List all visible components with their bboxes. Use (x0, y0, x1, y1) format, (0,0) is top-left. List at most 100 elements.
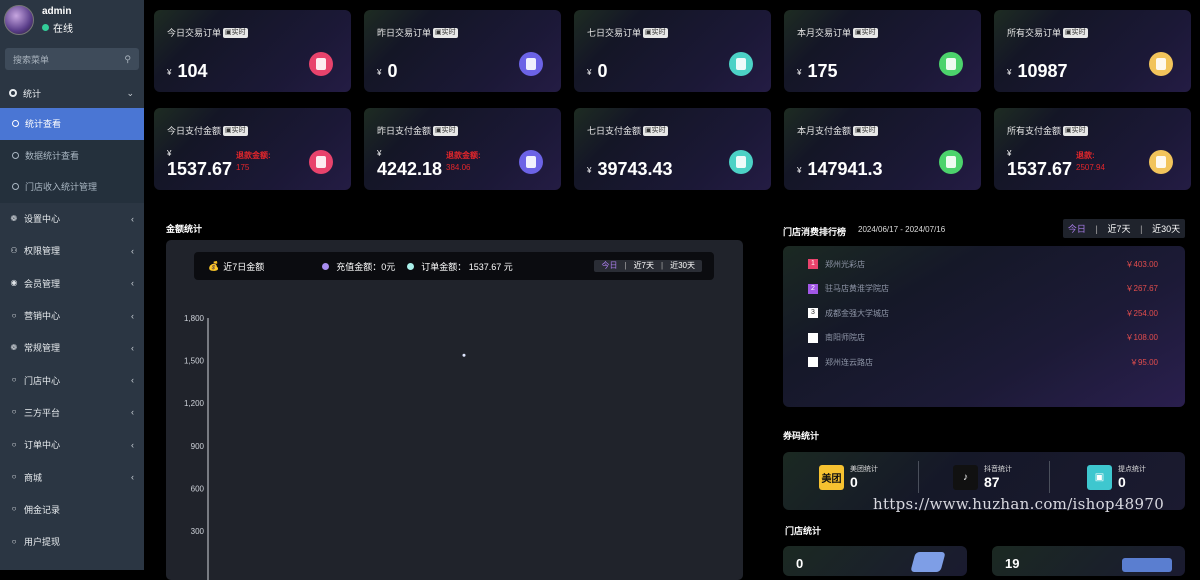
search-icon[interactable]: ⚲ (124, 54, 131, 65)
rank-badge (808, 332, 818, 343)
realtime-tag: ▣实时 (853, 125, 878, 136)
ranking-range-tabs: 今日 | 近7天 | 近30天 (1063, 219, 1185, 238)
card-value: ¥104 (167, 61, 208, 81)
payment-stat-card: 本月支付金额 ▣实时 ¥147941.3 (784, 108, 981, 190)
tidian-label: 提点统计 (1118, 466, 1146, 473)
chevron-down-icon: ⌄ (126, 87, 134, 98)
search-placeholder: 搜索菜单 (13, 54, 50, 65)
tidian-value: 0 (1118, 474, 1126, 490)
circle-icon: ○ (11, 439, 17, 449)
meituan-logo-icon: 美团 (819, 464, 844, 490)
y-tick-label: 1,800 (184, 314, 205, 323)
circle-icon (12, 120, 19, 128)
circle-icon (12, 183, 19, 191)
circle-icon (9, 89, 17, 97)
order-stat-card: 今日交易订单 ▣实时 ¥104 (154, 10, 351, 92)
chevron-left-icon: ‹ (131, 278, 134, 289)
payment-stat-card: 七日支付金额 ▣实时 ¥39743.43 (574, 108, 771, 190)
store-amount: ￥108.00 (1125, 333, 1158, 342)
store-amount: ￥254.00 (1125, 308, 1158, 318)
sidebar-item[interactable]: ○ 佣金记录 (0, 493, 144, 525)
store-name: 成都金强大学城店 (825, 308, 889, 318)
store-stat-value: 19 (1005, 556, 1020, 571)
card-value: ¥175 (797, 61, 838, 81)
realtime-tag: ▣实时 (433, 27, 458, 38)
card-value: ¥1537.67 (167, 149, 233, 179)
menu-search-input[interactable]: 搜索菜单 ⚲ (5, 48, 139, 70)
ranking-row: 郑州连云路店 ￥95.00 (808, 356, 1158, 368)
sidebar-item[interactable]: ○ 营销中心 ‹ (0, 299, 144, 331)
chevron-left-icon: ‹ (131, 310, 134, 321)
avatar[interactable] (4, 5, 34, 35)
chevron-left-icon: ‹ (131, 439, 134, 450)
y-tick-label: 600 (191, 484, 205, 493)
submenu-stats-view[interactable]: 统计查看 (0, 108, 144, 140)
submenu-store-income[interactable]: 门店收入统计管理 (0, 171, 144, 203)
sidebar-item[interactable]: ○ 门店中心 ‹ (0, 364, 144, 396)
realtime-tag: ▣实时 (1063, 125, 1088, 136)
sidebar-item-label: 权限管理 (24, 246, 61, 257)
circle-icon: ○ (11, 375, 17, 385)
card-title: 今日支付金额 ▣实时 (167, 125, 248, 136)
refund-amount: 退款: 2507.94 (1076, 151, 1105, 172)
circle-icon: ○ (11, 310, 17, 320)
circle-icon (12, 151, 19, 159)
payment-stat-card: 昨日支付金额 ▣实时 ¥4242.18 退款金额: 384.06 (364, 108, 561, 190)
store-stat-card: 19 (992, 546, 1185, 576)
card-value: ¥0 (377, 61, 398, 81)
card-title: 七日交易订单 ▣实时 (587, 27, 668, 38)
chevron-left-icon: ‹ (131, 375, 134, 386)
payment-stat-card: 今日支付金额 ▣实时 ¥1537.67 退款金额: 175 (154, 108, 351, 190)
divider (918, 461, 919, 493)
ranking-panel: 1 郑州光彩店 ￥403.00 2 驻马店黄淮学院店 ￥267.67 3 成都金强大学城店 ￥2… (783, 246, 1185, 407)
tab-today[interactable]: 今日 (1068, 222, 1086, 235)
tab-7days[interactable]: 近7天 (1107, 222, 1130, 235)
card-title: 本月交易订单 ▣实时 (797, 27, 878, 38)
payment-stat-card: 所有支付金额 ▣实时 ¥1537.67 退款: 2507.94 (994, 108, 1191, 190)
watermark: https://www.huzhan.com/ishop48970 (873, 495, 1165, 513)
store-name: 南阳师院店 (825, 333, 865, 342)
sidebar-item[interactable]: ○ 三方平台 ‹ (0, 396, 144, 428)
store-name: 驻马店黄淮学院店 (825, 284, 889, 293)
douyin-label: 抖音统计 (984, 466, 1012, 473)
ranking-row: 2 驻马店黄淮学院店 ￥267.67 (808, 283, 1158, 295)
store-stats-title: 门店统计 (785, 526, 822, 536)
meituan-value: 0 (850, 474, 858, 490)
card-value: ¥1537.67 (1007, 149, 1073, 179)
chevron-left-icon: ‹ (131, 245, 134, 256)
circle-icon: ○ (11, 504, 17, 514)
document-icon (1149, 150, 1173, 174)
sidebar-item[interactable]: ○ 商城 ‹ (0, 461, 144, 493)
sidebar-item[interactable]: ◉ 会员管理 ‹ (0, 267, 144, 299)
store-amount: ￥403.00 (1125, 259, 1158, 269)
data-point[interactable] (462, 353, 466, 357)
gears-icon: ❁ (10, 213, 18, 223)
douyin-stat: ♪ 抖音统计 87 (953, 464, 1012, 490)
rank-badge (808, 357, 818, 367)
y-tick-label: 1,500 (184, 357, 205, 366)
store-amount: ￥267.67 (1125, 284, 1158, 293)
douyin-value: 87 (984, 474, 1000, 490)
realtime-tag: ▣实时 (433, 125, 458, 136)
order-stat-card: 昨日交易订单 ▣实时 ¥0 (364, 10, 561, 92)
user-circle-icon: ◉ (10, 278, 18, 288)
chart-plot: 1,800 1,500 1,200 900 600 300 (184, 314, 466, 580)
gears-icon: ❁ (10, 342, 18, 352)
card-title: 本月支付金额 ▣实时 (797, 125, 878, 136)
sidebar-item[interactable]: ❁ 常规管理 ‹ (0, 332, 144, 364)
sidebar-item[interactable]: ○ 用户提现 (0, 525, 144, 557)
card-title: 昨日支付金额 ▣实时 (377, 125, 458, 136)
menu-stats[interactable]: 统计 ⌄ (0, 78, 144, 108)
sidebar-item-label: 营销中心 (24, 311, 61, 322)
sidebar-item[interactable]: ○ 订单中心 ‹ (0, 429, 144, 461)
sidebar-item[interactable]: ❁ 设置中心 ‹ (0, 203, 144, 235)
tab-30days[interactable]: 近30天 (1152, 222, 1180, 235)
ranking-row: 1 郑州光彩店 ￥403.00 (808, 258, 1158, 270)
online-dot-icon (42, 23, 49, 31)
rank-badge: 3 (808, 308, 818, 318)
submenu-data-stats[interactable]: 数据统计查看 (0, 139, 144, 171)
document-icon (729, 52, 753, 76)
tidian-stat: ▣ 提点统计 0 (1087, 464, 1146, 490)
amount-chart: 💰 近7日金额 充值金额：0元 订单金额： 1537.67 元 今日 | 近7天 |… (166, 240, 743, 580)
sidebar-item[interactable]: ⚇ 权限管理 ‹ (0, 235, 144, 267)
